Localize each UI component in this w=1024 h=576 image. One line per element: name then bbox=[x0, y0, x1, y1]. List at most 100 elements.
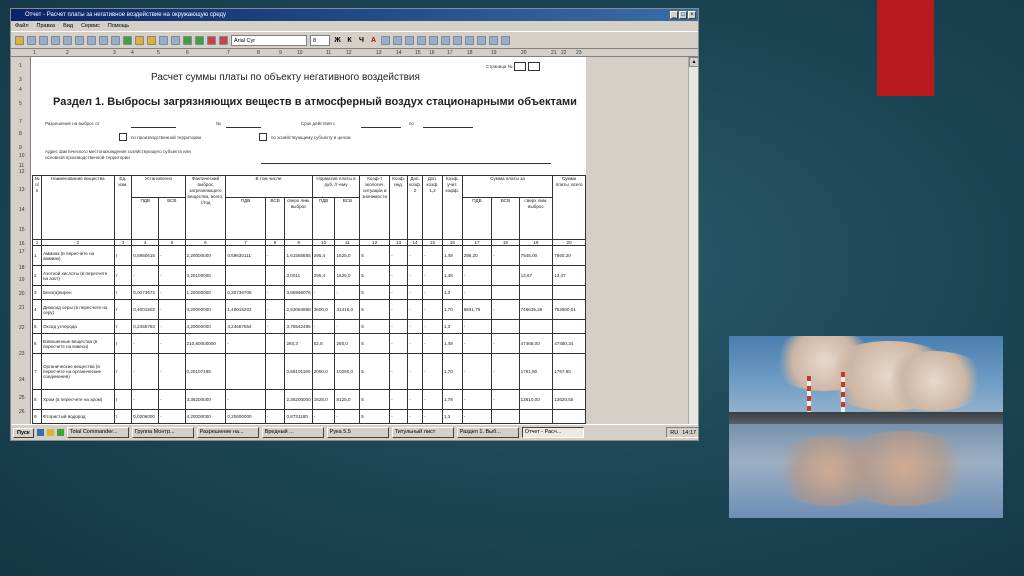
table-cell[interactable]: - bbox=[334, 285, 361, 300]
column-header[interactable]: 11 bbox=[326, 50, 331, 56]
tool-icon[interactable] bbox=[87, 35, 96, 45]
table-cell[interactable]: 0,4001502 bbox=[131, 299, 160, 320]
table-cell[interactable]: - bbox=[334, 319, 361, 334]
minimize-button[interactable]: _ bbox=[670, 11, 678, 19]
table-cell[interactable]: 1,70 bbox=[441, 353, 463, 390]
page-box[interactable] bbox=[528, 62, 541, 71]
column-header[interactable]: 16 bbox=[429, 50, 435, 56]
table-cell[interactable]: 13,67 bbox=[518, 265, 554, 286]
table-cell[interactable]: - bbox=[158, 285, 186, 300]
table-cell[interactable]: т bbox=[113, 265, 133, 286]
table-cell[interactable]: - bbox=[407, 409, 424, 424]
row-header[interactable]: 8 bbox=[19, 131, 22, 137]
table-cell[interactable]: 2050,0 bbox=[311, 353, 336, 390]
column-header[interactable]: 15 bbox=[415, 50, 421, 56]
table-cell[interactable]: 5 bbox=[359, 265, 391, 286]
column-header[interactable]: 19 bbox=[491, 50, 497, 56]
font-select[interactable]: Arial Cyr bbox=[231, 34, 307, 46]
column-header[interactable]: 14 bbox=[396, 50, 402, 56]
table-cell[interactable]: 3,20100000 bbox=[184, 265, 227, 286]
task-section1[interactable]: Раздел 1. Выб... bbox=[456, 427, 519, 438]
column-header[interactable]: 21 bbox=[551, 50, 557, 56]
task-permit[interactable]: Разрешение на... bbox=[196, 427, 259, 438]
row-header[interactable]: 26 bbox=[19, 409, 25, 415]
table-cell[interactable]: 7545,00 bbox=[518, 245, 554, 266]
table-cell[interactable]: - bbox=[158, 353, 186, 390]
undo-icon[interactable] bbox=[159, 35, 168, 45]
table-cell[interactable]: 0,86101190 bbox=[284, 353, 313, 390]
table-cell[interactable]: 3,75542485 bbox=[284, 319, 313, 334]
table-cell[interactable]: 752500,01 bbox=[552, 299, 586, 320]
table-cell[interactable]: 0,20107189 bbox=[184, 353, 227, 390]
column-header[interactable]: 18 bbox=[467, 50, 473, 56]
table-cell[interactable]: - bbox=[422, 389, 443, 410]
table-cell[interactable]: - bbox=[158, 409, 186, 424]
table-cell[interactable]: 1767,90 bbox=[552, 353, 586, 390]
table-cell[interactable]: - bbox=[491, 333, 520, 354]
table-cell[interactable]: Фтористый водород bbox=[40, 409, 115, 424]
task-group[interactable]: Группа Монтр... bbox=[131, 427, 194, 438]
row-header[interactable]: 3 bbox=[19, 77, 22, 83]
table-cell[interactable]: 1625,0 bbox=[334, 265, 361, 286]
table-cell[interactable]: 746635,26 bbox=[518, 299, 554, 320]
preview-icon[interactable] bbox=[39, 35, 48, 45]
table-cell[interactable]: - bbox=[407, 319, 424, 334]
row-header[interactable]: 1 bbox=[19, 63, 22, 69]
insert-row-icon[interactable] bbox=[183, 35, 192, 45]
table-cell[interactable]: - bbox=[225, 333, 266, 354]
align-left-icon[interactable] bbox=[381, 35, 390, 45]
column-header[interactable]: 7 bbox=[227, 50, 230, 56]
table-cell[interactable]: т bbox=[113, 299, 133, 320]
paste-icon[interactable] bbox=[147, 35, 156, 45]
table-cell[interactable]: 0,59630111 bbox=[225, 245, 266, 266]
table-cell[interactable]: - bbox=[422, 285, 443, 300]
table-cell[interactable] bbox=[264, 389, 286, 410]
table-cell[interactable]: 260,0 bbox=[334, 333, 361, 354]
table-cell[interactable]: - bbox=[461, 409, 493, 424]
table-cell[interactable]: 1,3 bbox=[441, 319, 463, 334]
maximize-button[interactable]: □ bbox=[679, 11, 687, 19]
table-cell[interactable]: 7860,20 bbox=[552, 245, 586, 266]
font-color-button[interactable]: А bbox=[369, 37, 378, 44]
row-header[interactable]: 24 bbox=[19, 377, 25, 383]
table-cell[interactable]: - bbox=[311, 319, 336, 334]
table-cell[interactable]: - bbox=[158, 333, 186, 354]
column-header[interactable]: 23 bbox=[576, 50, 582, 56]
table-cell[interactable]: 0,8731180 bbox=[284, 409, 313, 424]
quicklaunch-icon[interactable] bbox=[56, 429, 64, 436]
table-cell[interactable]: - bbox=[491, 245, 520, 266]
checkbox-entity[interactable] bbox=[259, 133, 267, 141]
insert-col-icon[interactable] bbox=[195, 35, 204, 45]
merge-icon[interactable] bbox=[465, 35, 474, 45]
table-cell[interactable]: 3600,0 bbox=[311, 299, 336, 320]
table-cell[interactable]: - bbox=[461, 285, 493, 300]
task-harmful[interactable]: Вредный ... bbox=[261, 427, 324, 438]
table-cell[interactable]: 0,30736706 bbox=[225, 285, 266, 300]
column-header[interactable]: 5 bbox=[157, 50, 160, 56]
start-button[interactable]: Пуск bbox=[13, 427, 34, 438]
task-title-page[interactable]: Титульный лист bbox=[391, 427, 454, 438]
menu-service[interactable]: Сервис bbox=[81, 21, 100, 31]
border-icon[interactable] bbox=[441, 35, 450, 45]
table-cell[interactable]: 4,20000000 bbox=[184, 319, 227, 334]
menu-edit[interactable]: Правка bbox=[37, 21, 56, 31]
tool-icon[interactable] bbox=[15, 35, 24, 45]
table-cell[interactable]: - bbox=[407, 389, 424, 410]
quicklaunch-icon[interactable] bbox=[46, 429, 54, 436]
table-cell[interactable]: 2,53084858 bbox=[284, 299, 313, 320]
row-header[interactable]: 12 bbox=[19, 169, 25, 175]
table-cell[interactable]: т bbox=[113, 333, 133, 354]
bold-button[interactable]: Ж bbox=[333, 37, 342, 44]
row-header[interactable]: 16 bbox=[19, 241, 25, 247]
table-cell[interactable]: т bbox=[113, 409, 133, 424]
table-cell[interactable] bbox=[518, 409, 554, 424]
table-cell[interactable]: - bbox=[158, 299, 186, 320]
table-cell[interactable]: 13610,00 bbox=[518, 389, 554, 410]
table-cell[interactable]: 0,0206000 bbox=[131, 409, 160, 424]
table-cell[interactable]: 1,48 bbox=[441, 245, 463, 266]
table-cell[interactable]: 260,3 bbox=[284, 333, 313, 354]
table-cell[interactable]: 5 bbox=[359, 333, 391, 354]
language-indicator[interactable]: RU bbox=[670, 430, 678, 436]
table-cell[interactable] bbox=[491, 409, 520, 424]
table-cell[interactable]: - bbox=[389, 245, 409, 266]
